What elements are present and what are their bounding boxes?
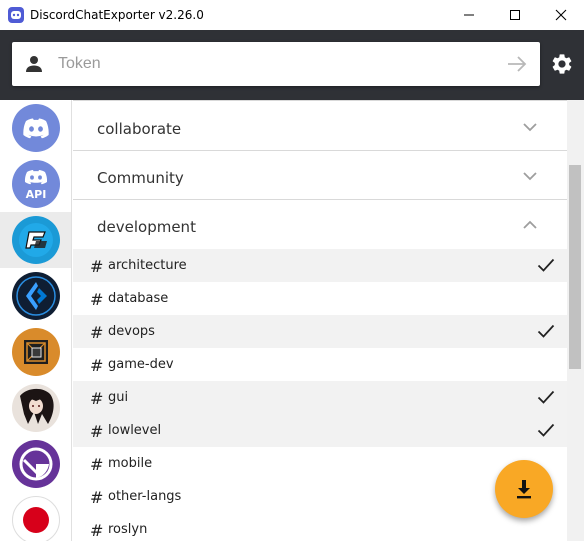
token-box [12, 42, 540, 86]
hash-icon: # [90, 521, 104, 540]
checkmark-icon [537, 423, 555, 437]
arrow-right-icon[interactable] [506, 54, 528, 74]
checkmark-icon [537, 324, 555, 338]
app-icon [8, 7, 24, 23]
guild-item-4[interactable] [0, 268, 71, 324]
category-label: collaborate [97, 120, 182, 138]
channel-label: game-dev [108, 357, 174, 372]
guild-logo-icon [12, 328, 60, 376]
hash-icon: # [90, 389, 104, 408]
minimize-button[interactable] [446, 0, 492, 30]
svg-text:API: API [26, 188, 47, 201]
guild-logo-icon [12, 216, 60, 264]
maximize-button[interactable] [492, 0, 538, 30]
guild-item-8[interactable] [0, 492, 71, 541]
channel-label: mobile [108, 456, 153, 471]
channel-item-architecture[interactable]: # architecture [73, 249, 567, 282]
scrollbar-thumb[interactable] [569, 165, 581, 369]
chevron-down-icon [523, 123, 537, 132]
maximize-icon [510, 10, 520, 20]
channel-label: lowlevel [108, 423, 162, 438]
window-title: DiscordChatExporter v2.26.0 [30, 8, 204, 22]
guild-item-6[interactable] [0, 380, 71, 436]
title-bar: DiscordChatExporter v2.26.0 [0, 0, 584, 30]
divider [73, 100, 567, 101]
discord-logo-icon [12, 104, 60, 152]
guild-logo-icon [12, 272, 60, 320]
channel-item-mobile[interactable]: # mobile [73, 447, 567, 480]
guild-item-7[interactable] [0, 436, 71, 492]
guild-item-selected[interactable] [0, 212, 71, 268]
guild-avatar-icon [12, 384, 60, 432]
hash-icon: # [90, 257, 104, 276]
channel-item-game-dev[interactable]: # game-dev [73, 348, 567, 381]
close-button[interactable] [538, 0, 584, 30]
hash-icon: # [90, 422, 104, 441]
token-input[interactable] [58, 52, 498, 76]
user-icon [26, 56, 42, 72]
category-development[interactable]: development [73, 200, 567, 249]
gear-icon[interactable] [550, 52, 574, 76]
channel-item-gui[interactable]: # gui [73, 381, 567, 414]
gatsby-logo-icon [12, 440, 60, 488]
category-label: Community [97, 169, 184, 187]
channel-item-roslyn[interactable]: # roslyn [73, 513, 567, 541]
chevron-up-icon [523, 220, 537, 229]
download-icon [517, 480, 531, 499]
channel-label: roslyn [108, 522, 148, 537]
channel-label: gui [108, 390, 129, 405]
checkmark-icon [537, 258, 555, 272]
hash-icon: # [90, 488, 104, 507]
channel-label: devops [108, 324, 155, 339]
minimize-icon [464, 14, 474, 16]
channel-item-lowlevel[interactable]: # lowlevel [73, 414, 567, 447]
export-button[interactable] [495, 460, 553, 518]
channel-label: database [108, 291, 169, 306]
app-window: DiscordChatExporter v2.26.0 Token API co… [0, 0, 584, 541]
chevron-down-icon [523, 172, 537, 181]
category-community[interactable]: Community [73, 151, 567, 200]
hash-icon: # [90, 356, 104, 375]
close-icon [555, 9, 567, 21]
channel-item-devops[interactable]: # devops [73, 315, 567, 348]
hash-icon: # [90, 290, 104, 309]
channel-label: architecture [108, 258, 187, 273]
hash-icon: # [90, 455, 104, 474]
channel-item-database[interactable]: # database [73, 282, 567, 315]
category-label: development [97, 218, 196, 236]
guild-item-direct-messages[interactable] [0, 100, 71, 156]
guild-item-5[interactable] [0, 324, 71, 380]
discord-api-icon: API [12, 160, 60, 208]
header-bar [0, 30, 584, 100]
guild-sidebar: API [0, 100, 72, 541]
checkmark-icon [537, 390, 555, 404]
red-circle-icon [12, 496, 60, 541]
channel-label: other-langs [108, 489, 182, 504]
hash-icon: # [90, 323, 104, 342]
category-collaborate[interactable]: collaborate [73, 102, 567, 151]
guild-item-discord-api[interactable]: API [0, 156, 71, 212]
channel-item-other-langs[interactable]: # other-langs [73, 480, 567, 513]
